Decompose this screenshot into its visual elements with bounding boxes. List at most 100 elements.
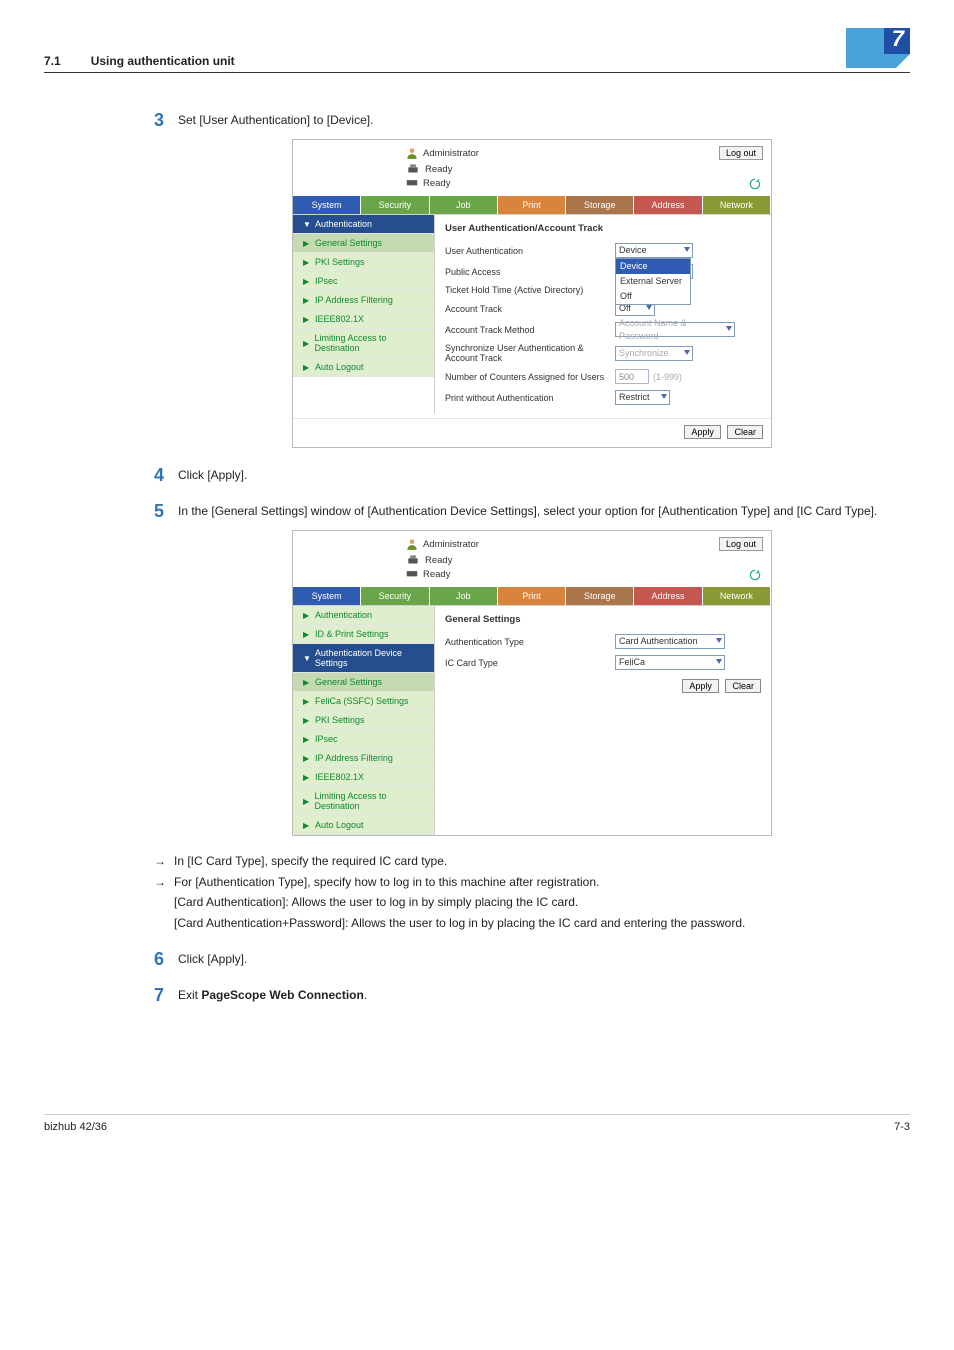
sidebar-item-ieee8021x[interactable]: ▶IEEE802.1X [293,768,434,787]
step-number-5: 5 [154,502,178,520]
sidebar-label: IP Address Filtering [315,753,393,763]
sidebar-label: FeliCa (SSFC) Settings [315,696,409,706]
tab-address[interactable]: Address [634,587,702,605]
status-ready-printer: Ready [405,162,452,176]
tab-print[interactable]: Print [498,587,566,605]
sidebar-label: IPsec [315,734,338,744]
sidebar-item-ip-filtering[interactable]: ▶IP Address Filtering [293,749,434,768]
ic-card-type-select[interactable]: FeliCa [615,655,725,670]
status-ready-scanner: Ready [405,176,452,190]
tab-system[interactable]: System [293,196,361,214]
sidebar-item-ieee8021x[interactable]: ▶IEEE802.1X [293,310,434,329]
section-title: Using authentication unit [91,54,235,68]
user-auth-option-external[interactable]: External Server [616,274,690,289]
step7-suffix: . [364,988,367,1002]
substep-b1: For [Authentication Type], specify how t… [174,873,599,892]
refresh-icon [748,177,762,191]
sidebar-label: Authentication [315,610,372,620]
step-text-5: In the [General Settings] window of [Aut… [178,502,910,520]
clear-button[interactable]: Clear [727,425,763,439]
sidebar-item-general-settings[interactable]: ▶General Settings [293,673,434,692]
sidebar-item-auto-logout[interactable]: ▶Auto Logout [293,358,434,377]
step-number-4: 4 [154,466,178,484]
user-auth-select[interactable]: Device Device External Server Off [615,243,693,258]
status-ready-scanner: Ready [405,567,452,581]
sidebar-item-general[interactable]: ▶General Settings [293,234,434,253]
print-without-auth-select[interactable]: Restrict [615,390,670,405]
panel-heading: User Authentication/Account Track [445,223,761,234]
tab-job[interactable]: Job [430,587,498,605]
sidebar-item-id-print[interactable]: ▶ID & Print Settings [293,625,434,644]
sidebar-item-ipsec[interactable]: ▶IPsec [293,730,434,749]
sidebar-label: ID & Print Settings [315,629,389,639]
printer-icon [405,553,421,567]
sidebar-label: Authentication Device Settings [315,648,426,668]
chapter-number: 7 [892,26,904,52]
footer-left: bizhub 42/36 [44,1121,107,1133]
step7-prefix: Exit [178,988,201,1002]
sidebar-item-ipsec[interactable]: ▶IPsec [293,272,434,291]
sidebar-label: General Settings [315,677,382,687]
scanner-icon [405,176,419,190]
refresh-icon [748,568,762,582]
web-connection-screenshot-2: Administrator Log out Ready Ready [292,530,772,836]
status-ready-printer-label: Ready [425,555,452,566]
status-ready-printer: Ready [405,553,452,567]
panel-heading: General Settings [445,614,761,625]
apply-button[interactable]: Apply [682,679,719,693]
sidebar-item-pki[interactable]: ▶PKI Settings [293,253,434,272]
counters-input[interactable] [615,369,649,384]
sidebar-item-authentication[interactable]: ▶Authentication [293,606,434,625]
sidebar-label: IEEE802.1X [315,772,364,782]
tab-security[interactable]: Security [361,587,429,605]
tab-address[interactable]: Address [634,196,702,214]
apply-button[interactable]: Apply [684,425,721,439]
sidebar-item-felica[interactable]: ▶FeliCa (SSFC) Settings [293,692,434,711]
admin-label-text: Administrator [423,148,479,159]
step-number-6: 6 [154,950,178,968]
substep-b2: [Card Authentication]: Allows the user t… [174,893,578,912]
step-text-7: Exit PageScope Web Connection. [178,986,910,1004]
sidebar-item-auth-device[interactable]: ▼Authentication Device Settings [293,644,434,673]
account-track-method-select[interactable]: Account Name & Password [615,322,735,337]
auth-type-select[interactable]: Card Authentication [615,634,725,649]
tab-network[interactable]: Network [703,587,771,605]
user-auth-option-device[interactable]: Device [616,259,690,274]
tab-job[interactable]: Job [430,196,498,214]
admin-label: Administrator [405,146,479,160]
user-auth-option-off[interactable]: Off [616,289,690,304]
sidebar-item-pki[interactable]: ▶PKI Settings [293,711,434,730]
refresh-button[interactable] [747,176,763,192]
sidebar-item-ip-filtering[interactable]: ▶IP Address Filtering [293,291,434,310]
section-number: 7.1 [44,54,61,68]
status-ready-printer-label: Ready [425,164,452,175]
auth-type-label: Authentication Type [445,637,615,647]
user-auth-selected: Device [619,244,647,257]
logout-button[interactable]: Log out [719,537,763,551]
tab-security[interactable]: Security [361,196,429,214]
sync-select[interactable]: Synchronize [615,346,693,361]
refresh-button[interactable] [747,567,763,583]
tab-system[interactable]: System [293,587,361,605]
tab-network[interactable]: Network [703,196,771,214]
sidebar-item-limiting-access[interactable]: ▶Limiting Access to Destination [293,329,434,358]
logout-button[interactable]: Log out [719,146,763,160]
sidebar-item-limiting-access[interactable]: ▶Limiting Access to Destination [293,787,434,816]
tab-storage[interactable]: Storage [566,196,634,214]
admin-label-text: Administrator [423,539,479,550]
sidebar-label: Auto Logout [315,362,364,372]
clear-button[interactable]: Clear [725,679,761,693]
sidebar-label: IPsec [315,276,338,286]
footer-right: 7-3 [894,1121,910,1133]
sidebar-label: IP Address Filtering [315,295,393,305]
tab-print[interactable]: Print [498,196,566,214]
sidebar-item-auto-logout[interactable]: ▶Auto Logout [293,816,434,835]
scanner-icon [405,567,419,581]
substep-b3: [Card Authentication+Password]: Allows t… [174,914,745,933]
tab-storage[interactable]: Storage [566,587,634,605]
sync-value: Synchronize [619,347,669,360]
sidebar-label: Auto Logout [315,820,364,830]
sidebar-item-authentication[interactable]: ▼Authentication [293,215,434,234]
sidebar-label: PKI Settings [315,257,365,267]
account-track-label: Account Track [445,304,615,314]
